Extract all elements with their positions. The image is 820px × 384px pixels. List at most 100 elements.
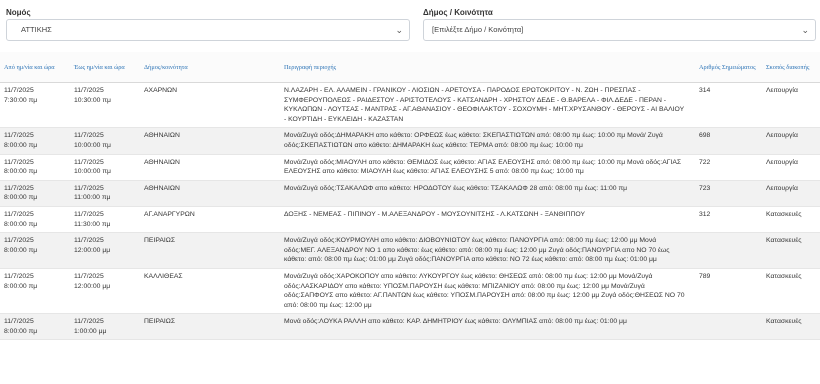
from-cell-from-time: 7:30:00 πμ xyxy=(4,96,38,104)
description-cell-description: Μονά/Ζυγά οδός:ΔΗΜΑΡΑΚΗ απο κάθετο: ΟΡΦΕ… xyxy=(284,132,663,149)
note-number-cell-note: 314 xyxy=(699,87,711,94)
municipality-cell: ΑΘΗΝΑΙΩΝ xyxy=(140,127,280,155)
municipality-cell: ΑΘΗΝΑΙΩΝ xyxy=(140,154,280,181)
purpose-cell-purpose: Λειτουργία xyxy=(766,87,798,94)
note-number-cell: 314 xyxy=(695,82,762,129)
column-header-municipality[interactable]: Δήμος/κοινότητα xyxy=(140,52,280,83)
from-cell: 11/7/2025 8:00:00 πμ xyxy=(0,268,70,315)
purpose-cell: Κατασκευές xyxy=(762,268,820,315)
table-row: 11/7/2025 8:00:00 πμ 11/7/2025 1:00:00 μμ ΠΕ… xyxy=(0,313,820,341)
to-cell-to-time: 10:00:00 πμ xyxy=(74,141,111,149)
to-cell-to-date: 11/7/2025 xyxy=(74,184,104,192)
description-cell: Μονά οδός:ΛΟΥΚΑ ΡΑΛΛΗ απο κάθετο: ΚΑΡ. Δ… xyxy=(280,313,695,341)
to-cell-to-time: 12:00:00 μμ xyxy=(74,282,111,290)
table-row: 11/7/2025 8:00:00 πμ 11/7/2025 12:00:00 μμ Π… xyxy=(0,232,820,269)
description-cell-description: ΔΟΞΗΣ - ΝΕΜΕΑΣ - ΠΙΠΙΝΟΥ - Μ.ΑΛΕΞΑΝΔΡΟΥ … xyxy=(284,210,586,218)
from-cell-from-time: 8:00:00 πμ xyxy=(4,168,38,176)
description-cell-description: Μονά/Ζυγά οδός:ΧΑΡΟΚΟΠΟΥ απο κάθετο: ΛΥΚ… xyxy=(284,272,685,309)
from-cell: 11/7/2025 8:00:00 πμ xyxy=(0,154,70,181)
purpose-cell: Λειτουργία xyxy=(762,154,820,181)
purpose-cell: Λειτουργία xyxy=(762,82,820,129)
chevron-down-icon: ⌄ xyxy=(395,25,403,35)
to-cell-to-time: 12:00:00 μμ xyxy=(74,246,111,254)
column-header-from[interactable]: Από ημ/νία και ώρα xyxy=(0,52,70,83)
nomos-select[interactable]: ΑΤΤΙΚΗΣ ⌄ xyxy=(6,19,410,41)
from-cell-from-date: 11/7/2025 xyxy=(4,237,34,245)
purpose-cell-purpose: Κατασκευές xyxy=(766,237,802,245)
municipality-cell: ΑΧΑΡΝΩΝ xyxy=(140,82,280,129)
municipality-cell-municipality: ΠΕΙΡΑΙΩΣ xyxy=(144,318,176,326)
to-cell-to-time: 11:00:00 πμ xyxy=(74,194,111,202)
from-cell-from-date: 11/7/2025 xyxy=(4,184,34,192)
from-cell-from-date: 11/7/2025 xyxy=(4,210,34,218)
from-cell: 11/7/2025 8:00:00 πμ xyxy=(0,313,70,341)
purpose-cell: Λειτουργία xyxy=(762,180,820,207)
to-cell: 11/7/2025 1:00:00 μμ xyxy=(70,313,140,341)
note-number-cell-note: 789 xyxy=(699,272,711,280)
dimos-select[interactable]: [Επιλέξτε Δήμο / Κοινότητα] ⌄ xyxy=(423,19,816,41)
from-cell-from-time: 8:00:00 πμ xyxy=(4,194,38,202)
description-cell: Μονά/Ζυγά οδός:ΚΟΥΡΜΟΥΛΗ απο κάθετο: ΔΙΟ… xyxy=(280,232,695,269)
description-cell-description: Μονά οδός:ΛΟΥΚΑ ΡΑΛΛΗ απο κάθετο: ΚΑΡ. Δ… xyxy=(284,318,627,326)
municipality-cell: ΚΑΛΛΙΘΕΑΣ xyxy=(140,268,280,315)
from-cell: 11/7/2025 7:30:00 πμ xyxy=(0,82,70,129)
municipality-cell-municipality: ΑΘΗΝΑΙΩΝ xyxy=(144,184,180,192)
description-cell-description: Μονά/Ζυγά οδός:ΤΣΑΚΑΛΩΦ απο κάθετο: ΗΡΟΔ… xyxy=(284,184,628,192)
description-cell-description: Ν.ΛΑΖΑΡΗ - ΕΛ. ΑΛΑΜΕΙΝ - ΓΡΑΝΙΚΟΥ - ΛΙΟΣ… xyxy=(284,87,684,123)
from-cell-from-date: 11/7/2025 xyxy=(4,318,34,326)
table-header-row: Από ημ/νία και ώρα Έως ημ/νία και ώρα Δή… xyxy=(0,52,820,83)
chevron-down-icon: ⌄ xyxy=(801,25,809,35)
municipality-cell: ΠΕΙΡΑΙΩΣ xyxy=(140,232,280,269)
to-cell-to-date: 11/7/2025 xyxy=(74,87,104,94)
note-number-cell-note: 722 xyxy=(699,158,711,166)
description-cell: Μονά/Ζυγά οδός:ΔΗΜΑΡΑΚΗ απο κάθετο: ΟΡΦΕ… xyxy=(280,127,695,155)
from-cell-from-date: 11/7/2025 xyxy=(4,272,34,280)
from-cell: 11/7/2025 8:00:00 πμ xyxy=(0,206,70,234)
to-cell-to-date: 11/7/2025 xyxy=(74,237,104,245)
table-row: 11/7/2025 8:00:00 πμ 11/7/2025 12:00:00 μμ Κ… xyxy=(0,268,820,315)
table-row: 11/7/2025 8:00:00 πμ 11/7/2025 11:00:00 πμ Α… xyxy=(0,180,820,207)
purpose-cell-purpose: Κατασκευές xyxy=(766,318,802,326)
to-cell-to-time: 10:30:00 πμ xyxy=(74,96,111,104)
purpose-cell: Λειτουργία xyxy=(762,127,820,155)
to-cell: 11/7/2025 12:00:00 μμ xyxy=(70,268,140,315)
to-cell-to-time: 11:30:00 πμ xyxy=(74,220,111,228)
to-cell: 11/7/2025 11:00:00 πμ xyxy=(70,180,140,207)
municipality-cell-municipality: ΠΕΙΡΑΙΩΣ xyxy=(144,237,176,245)
from-cell: 11/7/2025 8:00:00 πμ xyxy=(0,232,70,269)
to-cell: 11/7/2025 10:00:00 πμ xyxy=(70,154,140,181)
column-header-purpose[interactable]: Σκοπός διακοπής xyxy=(762,52,820,83)
column-header-to[interactable]: Έως ημ/νία και ώρα xyxy=(70,52,140,83)
description-cell: Μονά/Ζυγά οδός:ΜΙΑΟΥΛΗ απο κάθετο: ΘΕΜΙΔ… xyxy=(280,154,695,181)
municipality-cell: ΑΓ.ΑΝΑΡΓΥΡΩΝ xyxy=(140,206,280,234)
purpose-cell: Κατασκευές xyxy=(762,232,820,269)
from-cell-from-time: 8:00:00 πμ xyxy=(4,141,38,149)
note-number-cell: 789 xyxy=(695,268,762,315)
table-row: 11/7/2025 8:00:00 πμ 11/7/2025 10:00:00 πμ Α… xyxy=(0,154,820,181)
description-cell: ΔΟΞΗΣ - ΝΕΜΕΑΣ - ΠΙΠΙΝΟΥ - Μ.ΑΛΕΞΑΝΔΡΟΥ … xyxy=(280,206,695,234)
column-header-note-number[interactable]: Αριθμός Σημειώματος xyxy=(695,52,762,83)
municipality-cell: ΑΘΗΝΑΙΩΝ xyxy=(140,180,280,207)
column-header-description[interactable]: Περιγραφή περιοχής xyxy=(280,52,695,83)
nomos-selected-value: ΑΤΤΙΚΗΣ xyxy=(21,25,52,34)
table-row: 11/7/2025 8:00:00 πμ 11/7/2025 11:30:00 πμ Α… xyxy=(0,206,820,234)
note-number-cell xyxy=(695,313,762,341)
purpose-cell-purpose: Λειτουργία xyxy=(766,184,798,192)
description-cell: Μονά/Ζυγά οδός:ΤΣΑΚΑΛΩΦ απο κάθετο: ΗΡΟΔ… xyxy=(280,180,695,207)
municipality-cell-municipality: ΑΧΑΡΝΩΝ xyxy=(144,87,178,94)
outages-table: Από ημ/νία και ώρα Έως ημ/νία και ώρα Δή… xyxy=(0,52,820,341)
to-cell: 11/7/2025 10:30:00 πμ xyxy=(70,82,140,129)
description-cell: Ν.ΛΑΖΑΡΗ - ΕΛ. ΑΛΑΜΕΙΝ - ΓΡΑΝΙΚΟΥ - ΛΙΟΣ… xyxy=(280,82,695,129)
to-cell-to-time: 1:00:00 μμ xyxy=(74,327,107,335)
municipality-cell-municipality: ΑΘΗΝΑΙΩΝ xyxy=(144,132,180,140)
table-row: 11/7/2025 7:30:00 πμ 11/7/2025 10:30:00 πμ Α… xyxy=(0,82,820,129)
dimos-selected-value: [Επιλέξτε Δήμο / Κοινότητα] xyxy=(432,25,524,34)
purpose-cell-purpose: Λειτουργία xyxy=(766,132,798,140)
from-cell-from-time: 8:00:00 πμ xyxy=(4,220,38,228)
from-cell-from-time: 8:00:00 πμ xyxy=(4,327,38,335)
note-number-cell: 722 xyxy=(695,154,762,181)
purpose-cell-purpose: Κατασκευές xyxy=(766,210,802,218)
from-cell-from-date: 11/7/2025 xyxy=(4,158,34,166)
note-number-cell-note: 312 xyxy=(699,210,711,218)
from-cell-from-date: 11/7/2025 xyxy=(4,132,34,140)
